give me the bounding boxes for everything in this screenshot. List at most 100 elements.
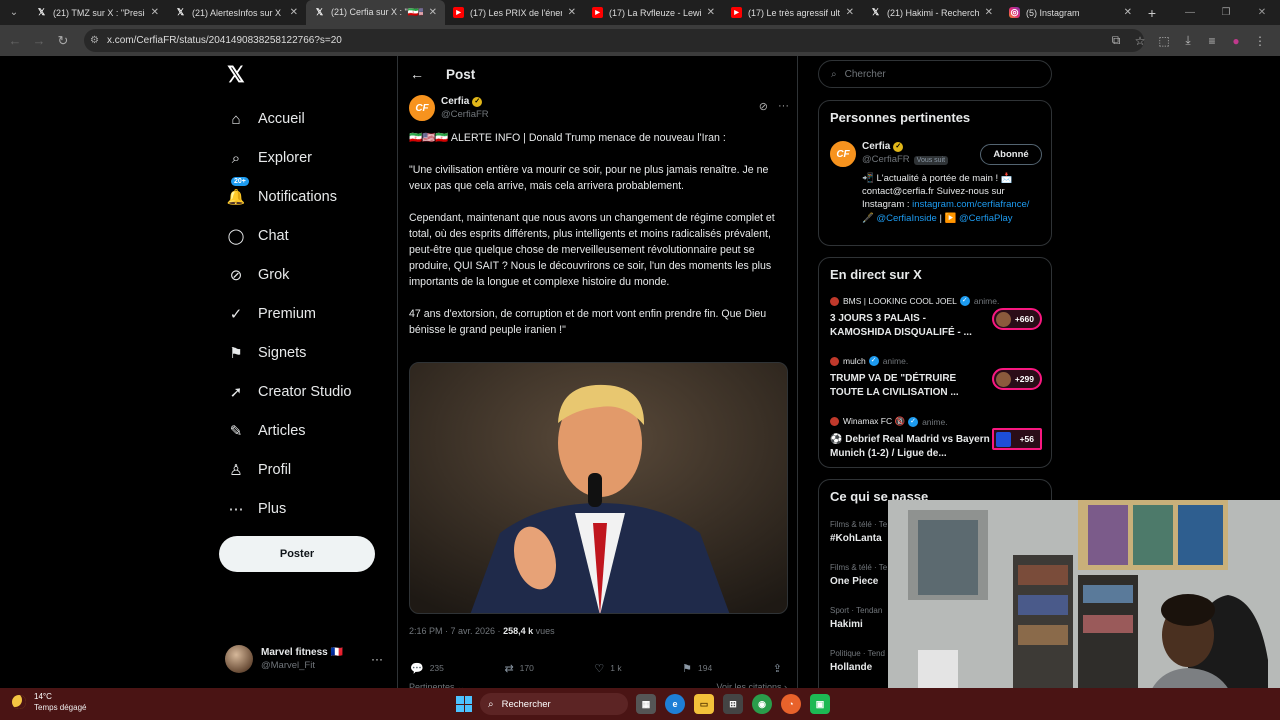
- nav-item-chat[interactable]: ◯ Chat: [227, 221, 289, 251]
- engagement-bar: 💬 235 ⇄ 170 ♡ 1 k ⚑ 194 ⇪: [410, 660, 788, 676]
- reply-button[interactable]: 💬 235: [410, 662, 444, 675]
- post-button[interactable]: Poster: [219, 536, 375, 572]
- download-icon[interactable]: ⤓: [1176, 33, 1200, 48]
- listener-count: +299: [1014, 374, 1034, 384]
- youtube-icon: ▶: [453, 7, 464, 18]
- tab-close-icon[interactable]: ✕: [1124, 7, 1132, 18]
- browser-tab[interactable]: ▶ (17) La Rvfleuze - Lewis H ✕: [584, 0, 723, 25]
- extensions-icon[interactable]: ⬚: [1152, 34, 1176, 48]
- bio-link-cerfiaplay[interactable]: @CerfiaPlay: [959, 213, 1012, 224]
- profile-avatar-icon[interactable]: ●: [1224, 34, 1248, 48]
- verified-blue-icon: ✓: [959, 296, 970, 306]
- cerfia-avatar[interactable]: CF: [409, 95, 435, 121]
- url-field[interactable]: ⚙ x.com/CerfiaFR/status/2041490838258122…: [84, 29, 1144, 52]
- nav-item-plus[interactable]: ⋯ Plus: [227, 494, 287, 524]
- chrome-icon[interactable]: ◉: [752, 694, 772, 714]
- new-tab-icon[interactable]: +: [1140, 5, 1164, 21]
- tab-search-chevron-icon[interactable]: ⌄: [0, 0, 28, 25]
- cerfia-avatar[interactable]: CF: [830, 141, 856, 167]
- media-icon[interactable]: ≡: [1200, 34, 1224, 48]
- tab-close-icon[interactable]: ✕: [429, 7, 437, 18]
- minimize-icon[interactable]: —: [1172, 0, 1208, 25]
- maximize-icon[interactable]: ❐: [1208, 0, 1244, 25]
- tab-close-icon[interactable]: ✕: [707, 7, 715, 18]
- nav-item-premium[interactable]: ✓ Premium: [227, 299, 316, 329]
- account-more-icon[interactable]: ···: [371, 652, 383, 666]
- tab-close-icon[interactable]: ✕: [151, 7, 159, 18]
- live-listeners-badge[interactable]: +56: [992, 428, 1042, 450]
- post-more-icon[interactable]: ···: [778, 100, 789, 113]
- following-button[interactable]: Abonné: [980, 144, 1042, 165]
- task-view-icon[interactable]: ▦: [636, 694, 656, 714]
- moon-icon: [12, 695, 26, 709]
- like-button[interactable]: ♡ 1 k: [594, 662, 621, 675]
- browser-tab[interactable]: 𝕏 (21) Hakimi - Recherche / ✕: [862, 0, 1001, 25]
- nav-item-creator-studio[interactable]: ➚ Creator Studio: [227, 377, 352, 407]
- site-info-icon[interactable]: ⚙: [90, 35, 99, 46]
- forward-icon[interactable]: →: [27, 33, 51, 48]
- left-navigation: 𝕏 ⌂ Accueil ⌕ Explorer 🔔 20+ Notifications ◯ Cha…: [219, 56, 397, 688]
- windows-start-icon[interactable]: [456, 696, 472, 712]
- post-paragraph: 🇮🇷🇺🇸🇮🇷 ALERTE INFO | Donald Trump menace…: [409, 132, 726, 144]
- live-listeners-badge[interactable]: +660: [992, 308, 1042, 330]
- nav-item-accueil[interactable]: ⌂ Accueil: [227, 104, 304, 134]
- live-space-item[interactable]: BMS | LOOKING COOL JOEL ✓ anime. 3 JOURS 3 …: [830, 296, 1042, 339]
- browser-tab[interactable]: 𝕏 (21) TMZ sur X : "Preside ✕: [28, 0, 167, 25]
- close-window-icon[interactable]: ✕: [1244, 0, 1280, 25]
- browser-tab[interactable]: ▶ (17) Les PRIX de l'énergie ✕: [445, 0, 584, 25]
- browser-tab[interactable]: ▶ (17) Le très agressif ultim ✕: [723, 0, 862, 25]
- live-listeners-badge[interactable]: +299: [992, 368, 1042, 390]
- bio-link-cerfiainside[interactable]: @CerfiaInside: [876, 213, 936, 224]
- bio-link-instagram[interactable]: instagram.com/cerfiafrance/: [912, 199, 1029, 210]
- install-app-icon[interactable]: ⧉: [1104, 33, 1128, 48]
- nav-item-profil[interactable]: ♙ Profil: [227, 455, 291, 485]
- account-switcher[interactable]: Marvel fitness 🇫🇷 @Marvel_Fit ···: [225, 642, 395, 676]
- browser-menu-icon[interactable]: ⋮: [1248, 34, 1272, 48]
- nav-item-explorer[interactable]: ⌕ Explorer: [227, 143, 312, 173]
- share-button[interactable]: ⇪: [773, 662, 788, 675]
- browser-tab[interactable]: ◎ (5) Instagram ✕: [1001, 0, 1140, 25]
- post-timestamp[interactable]: 2:16 PM · 7 avr. 2026 ·: [409, 626, 503, 636]
- nav-item-signets[interactable]: ⚑ Signets: [227, 338, 306, 368]
- youtube-icon: ▶: [592, 7, 603, 18]
- weather-widget[interactable]: 14°C Temps dégagé: [12, 692, 86, 712]
- tab-close-icon[interactable]: ✕: [846, 7, 854, 18]
- back-arrow-icon[interactable]: ←: [410, 66, 430, 82]
- edge-icon[interactable]: e: [665, 694, 685, 714]
- author-name-row[interactable]: Cerfia ✓: [441, 96, 489, 107]
- app-icon[interactable]: ▣: [810, 694, 830, 714]
- repost-button[interactable]: ⇄ 170: [504, 662, 533, 675]
- back-icon[interactable]: ←: [3, 33, 27, 48]
- relevant-name-row[interactable]: Cerfia ✓: [862, 141, 904, 152]
- search-icon: ⌕: [831, 68, 837, 80]
- grok-explain-icon[interactable]: ⊘: [759, 100, 768, 113]
- views-label: vues: [533, 626, 555, 636]
- nav-item-grok[interactable]: ⊘ Grok: [227, 260, 290, 290]
- like-count: 1 k: [610, 663, 622, 673]
- live-space-item[interactable]: Winamax FC 🔞 ✓ anime. ⚽ Debrief Real Madrid…: [830, 416, 1042, 460]
- browser-tab[interactable]: 𝕏 (21) Cerfia sur X : "🇮🇷🇺🇸 ✕: [306, 0, 445, 25]
- bio-text: 🖋️: [862, 212, 877, 224]
- search-input[interactable]: ⌕ Chercher: [818, 60, 1052, 88]
- file-explorer-icon[interactable]: ▭: [694, 694, 714, 714]
- reply-count: 235: [429, 663, 444, 673]
- nav-item-label: Explorer: [258, 150, 312, 166]
- bookmark-star-icon[interactable]: ☆: [1128, 34, 1152, 48]
- live-space-item[interactable]: mulch ✓ anime. TRUMP VA DE "DÉTRUIRE TOUTE …: [830, 356, 1042, 399]
- reload-icon[interactable]: ↻: [51, 33, 75, 49]
- listener-avatar: [996, 432, 1011, 447]
- browser-tab[interactable]: 𝕏 (21) AlertesInfos sur X : " ✕: [167, 0, 306, 25]
- tab-close-icon[interactable]: ✕: [290, 7, 298, 18]
- firefox-icon[interactable]: ◔: [781, 694, 801, 714]
- store-icon[interactable]: ⊞: [723, 694, 743, 714]
- nav-item-articles[interactable]: ✎ Articles: [227, 416, 306, 446]
- taskbar-search[interactable]: ⌕ Rechercher: [480, 693, 628, 715]
- premium-icon: ✓: [229, 306, 243, 323]
- x-logo-icon[interactable]: 𝕏: [227, 64, 249, 86]
- bookmark-button[interactable]: ⚑ 194: [682, 662, 712, 675]
- tab-close-icon[interactable]: ✕: [568, 7, 576, 18]
- post-photo[interactable]: [409, 362, 788, 614]
- nav-item-notifications[interactable]: 🔔 20+ Notifications: [227, 177, 337, 212]
- tab-close-icon[interactable]: ✕: [985, 7, 993, 18]
- browser-tab-strip: ⌄ 𝕏 (21) TMZ sur X : "Preside ✕ 𝕏 (21) Alert…: [0, 0, 1280, 25]
